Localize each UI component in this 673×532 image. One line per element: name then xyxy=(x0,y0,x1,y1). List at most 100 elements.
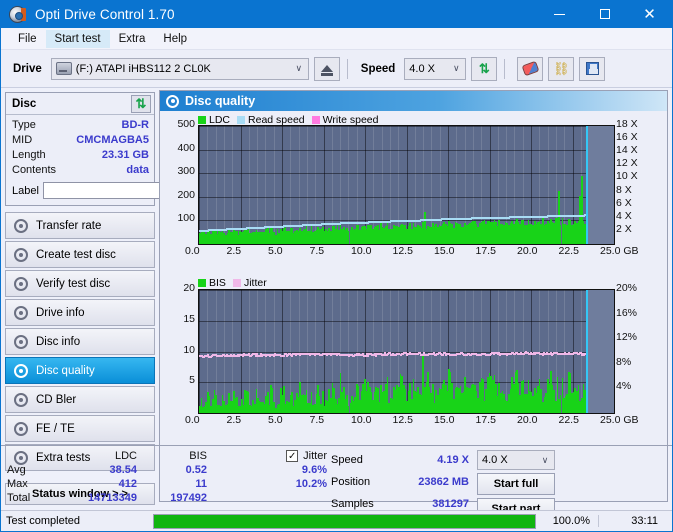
y-tick-label: 200 xyxy=(177,188,195,201)
disc-quality-icon xyxy=(166,94,179,108)
refresh-button[interactable]: ⇅ xyxy=(471,56,498,81)
disc-panel: Disc ⇅ Type BD-R MID CMCMAGBA5 Length 23… xyxy=(5,92,246,206)
x-tick-label: 5.0 xyxy=(268,245,283,257)
stats-col-jitter: ✓ Jitter xyxy=(207,450,327,462)
stats-avg-bis: 0.52 xyxy=(185,464,207,476)
start-full-button[interactable]: Start full xyxy=(477,473,555,495)
legend-label: Read speed xyxy=(248,114,305,126)
disc-contents-value: data xyxy=(126,164,149,176)
stats-total-bis: 197492 xyxy=(170,492,207,504)
sidebar-item-label: Drive info xyxy=(36,306,85,319)
disc-row-length: Length 23.31 GB xyxy=(12,148,149,163)
disc-icon xyxy=(14,305,28,320)
sidebar-item-verify-test-disc[interactable]: Verify test disc xyxy=(5,270,155,297)
sidebar-item-label: CD Bler xyxy=(36,393,77,406)
disc-type-value: BD-R xyxy=(121,119,150,131)
gridline-v xyxy=(315,126,317,244)
app-icon xyxy=(9,5,26,23)
maximize-icon xyxy=(599,9,610,19)
maximize-button[interactable] xyxy=(582,0,627,28)
x-tick-label: 22.5 xyxy=(558,245,579,257)
disc-panel-header: Disc ⇅ xyxy=(6,93,154,115)
chain-button[interactable]: ⛓ xyxy=(548,56,575,81)
elapsed-time: 33:11 xyxy=(598,515,672,527)
sidebar-item-drive-info[interactable]: Drive info xyxy=(5,299,155,326)
speed-stat-label: Speed xyxy=(331,454,363,466)
speed-select[interactable]: 4.0 X ∨ xyxy=(404,57,467,80)
jitter-checkbox[interactable]: ✓ xyxy=(286,450,299,462)
gridline-v xyxy=(199,126,200,244)
jitter-label: Jitter xyxy=(303,450,327,462)
sidebar-item-label: Disc info xyxy=(36,335,81,348)
toolbar: Drive (F:) ATAPI iHBS112 2 CL0K ∨ Speed … xyxy=(1,50,672,88)
menu-extra[interactable]: Extra xyxy=(110,30,155,48)
sidebar-item-create-test-disc[interactable]: Create test disc xyxy=(5,241,155,268)
menu-start-test[interactable]: Start test xyxy=(45,29,110,48)
chart-panel-title: Disc quality xyxy=(185,94,256,108)
x-tick-label: 7.5 xyxy=(309,245,325,257)
ldc-chart-plot[interactable] xyxy=(198,125,615,245)
test-speed-value: 4.0 X xyxy=(482,454,508,466)
gridline-v xyxy=(323,126,325,244)
disc-refresh-button[interactable]: ⇅ xyxy=(131,94,151,113)
y2-tick-label: 10 X xyxy=(616,170,638,183)
y2-tick-label: 16% xyxy=(616,306,638,319)
disc-info-rows: Type BD-R MID CMCMAGBA5 Length 23.31 GB … xyxy=(6,115,246,205)
disc-row-mid: MID CMCMAGBA5 xyxy=(12,133,149,148)
stats-col-ldc: LDC xyxy=(114,450,137,462)
sidebar-item-label: Verify test disc xyxy=(36,277,111,290)
close-button[interactable]: ✕ xyxy=(627,0,672,28)
toolbar-divider-2 xyxy=(504,58,506,79)
sidebar-item-disc-quality[interactable]: Disc quality xyxy=(5,357,155,384)
eject-button[interactable] xyxy=(313,56,340,81)
disc-icon xyxy=(14,218,28,233)
refresh-icon: ⇅ xyxy=(135,96,147,111)
refresh-icon: ⇅ xyxy=(478,61,490,76)
unwritten-region xyxy=(585,290,614,413)
disc-type-label: Type xyxy=(12,119,36,131)
menu-file[interactable]: File xyxy=(9,30,46,48)
x-tick-label: 10.0 xyxy=(351,245,372,257)
x-tick-label: 0.0 xyxy=(185,414,200,426)
legend-label: BIS xyxy=(209,277,226,289)
status-bar: Test completed 100.0% 33:11 xyxy=(1,510,672,531)
erase-button[interactable] xyxy=(517,56,544,81)
y-tick-label: 500 xyxy=(177,118,195,130)
sidebar-item-fe-te[interactable]: FE / TE xyxy=(5,415,155,442)
stats-row-avg-label: Avg xyxy=(7,464,26,476)
x-tick-label: 5.0 xyxy=(268,414,283,426)
disc-icon xyxy=(14,421,28,436)
stats-max-jitter: 10.2% xyxy=(295,478,327,490)
x-tick-label: 25.0 GB xyxy=(600,245,639,257)
sidebar-item-disc-info[interactable]: Disc info xyxy=(5,328,155,355)
y-tick-label: 300 xyxy=(177,165,195,178)
legend-item: Write speed xyxy=(311,114,379,126)
disc-icon xyxy=(14,363,28,378)
sidebar-item-transfer-rate[interactable]: Transfer rate xyxy=(5,212,155,239)
sidebar-item-cd-bler[interactable]: CD Bler xyxy=(5,386,155,413)
legend-label: LDC xyxy=(209,114,231,126)
legend-label: Jitter xyxy=(243,277,267,289)
save-button[interactable] xyxy=(579,56,606,81)
main-panel: Disc quality LDC Read speed Write speed 10… xyxy=(1,88,672,520)
drive-icon xyxy=(55,62,72,75)
y2-tick-label: 4% xyxy=(616,380,632,393)
x-tick-label: 10.0 xyxy=(351,414,372,426)
minimize-button[interactable] xyxy=(537,0,582,28)
eject-icon xyxy=(320,65,333,76)
disc-panel-title: Disc xyxy=(12,97,37,110)
chevron-down-icon: ∨ xyxy=(541,454,549,465)
gridline-v xyxy=(223,126,225,244)
drive-select[interactable]: (F:) ATAPI iHBS112 2 CL0K ∨ xyxy=(50,57,309,80)
test-speed-select[interactable]: 4.0 X ∨ xyxy=(477,450,555,470)
sidebar: Disc ⇅ Type BD-R MID CMCMAGBA5 Length 23… xyxy=(1,88,246,505)
window-title: Opti Drive Control 1.70 xyxy=(35,6,175,22)
sidebar-nav: Transfer rate Create test disc Verify te… xyxy=(5,212,155,471)
chart-panel-header: Disc quality xyxy=(160,91,667,111)
erase-icon xyxy=(521,60,540,77)
menu-help[interactable]: Help xyxy=(154,30,196,48)
x-tick-label: 15.0 xyxy=(434,414,455,426)
drive-label: Drive xyxy=(13,62,42,75)
sidebar-item-label: Create test disc xyxy=(36,248,116,261)
bis-chart-plot[interactable] xyxy=(198,289,615,414)
